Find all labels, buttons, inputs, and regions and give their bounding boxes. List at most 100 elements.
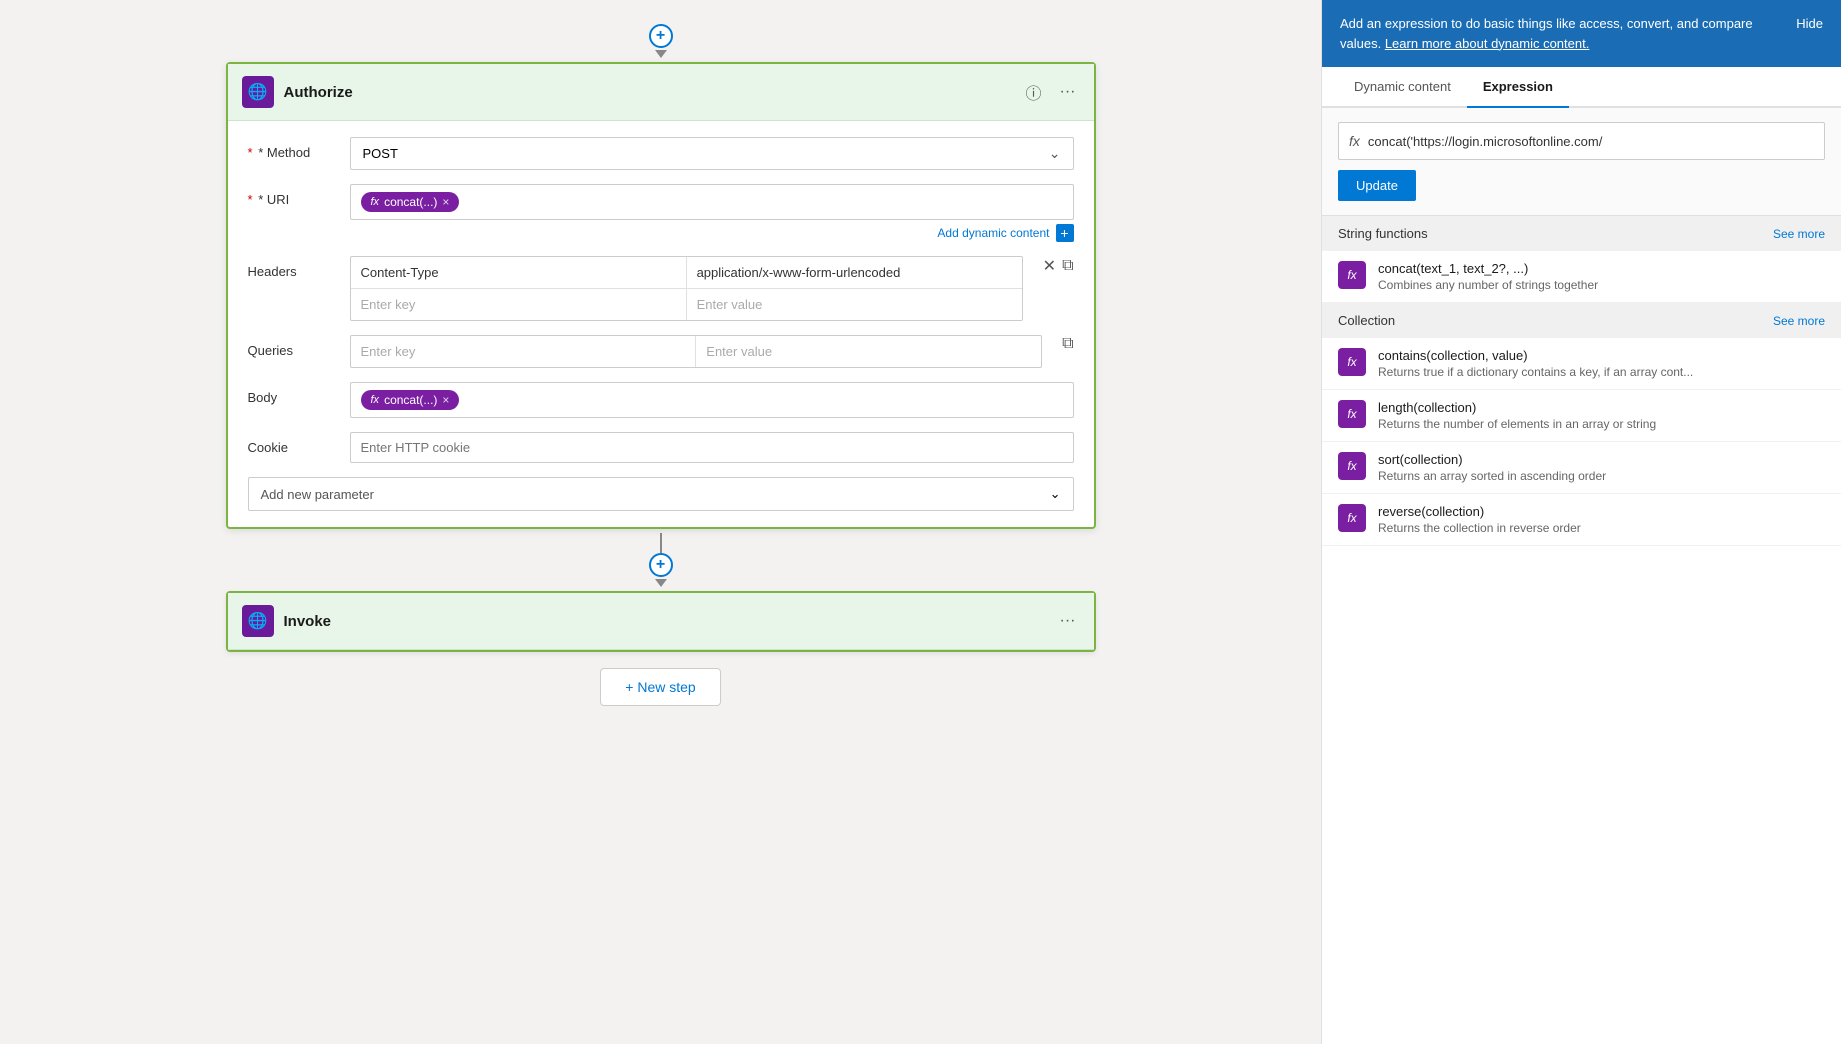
method-control: POST ⌄ — [350, 137, 1074, 170]
func-item-length[interactable]: fx length(collection) Returns the number… — [1322, 390, 1841, 442]
method-label: * * Method — [248, 137, 338, 160]
queries-key-placeholder[interactable]: Enter key — [351, 336, 697, 367]
tab-dynamic-content[interactable]: Dynamic content — [1338, 67, 1467, 108]
func-icon-sort: fx — [1338, 452, 1366, 480]
add-param-label: Add new parameter — [261, 487, 374, 502]
authorize-card-header: 🌐 Authorize ⓘ ··· — [228, 64, 1094, 121]
func-info-concat: concat(text_1, text_2?, ...) Combines an… — [1378, 261, 1825, 292]
uri-row: * * URI fx concat(...) × Add dynamic con… — [248, 184, 1074, 242]
cookie-row: Cookie — [248, 432, 1074, 463]
headers-copy-icon[interactable]: ⧉ — [1062, 257, 1073, 275]
body-label-text: Body — [248, 390, 278, 405]
uri-field[interactable]: fx concat(...) × — [350, 184, 1074, 220]
invoke-card-header: 🌐 Invoke ··· — [228, 593, 1094, 650]
expression-value: concat('https://login.microsoftonline.co… — [1368, 134, 1814, 149]
right-panel-tabs: Dynamic content Expression — [1322, 67, 1841, 108]
new-step-label: + New step — [625, 679, 695, 695]
top-connector: + — [649, 24, 673, 58]
info-text-link[interactable]: Learn more about dynamic content. — [1385, 36, 1590, 51]
cookie-label-text: Cookie — [248, 440, 288, 455]
method-row: * * Method POST ⌄ — [248, 137, 1074, 170]
func-item-reverse[interactable]: fx reverse(collection) Returns the colle… — [1322, 494, 1841, 546]
middle-connector: + — [649, 533, 673, 587]
cookie-control — [350, 432, 1074, 463]
func-desc-sort: Returns an array sorted in ascending ord… — [1378, 469, 1825, 483]
queries-actions: ⧉ — [1054, 335, 1073, 353]
add-param-chevron-icon: ⌄ — [1050, 486, 1061, 502]
add-step-circle-mid[interactable]: + — [649, 553, 673, 577]
uri-token-label: concat(...) — [384, 195, 437, 209]
right-panel: Add an expression to do basic things lik… — [1321, 0, 1841, 1044]
func-info-contains: contains(collection, value) Returns true… — [1378, 348, 1825, 379]
functions-list: String functions See more fx concat(text… — [1322, 216, 1841, 1044]
new-step-button[interactable]: + New step — [600, 668, 720, 706]
queries-control: Enter key Enter value — [350, 335, 1043, 368]
headers-key-1: Content-Type — [351, 257, 687, 288]
expression-area: fx concat('https://login.microsoftonline… — [1322, 108, 1841, 216]
method-select[interactable]: POST ⌄ — [350, 137, 1074, 170]
headers-actions: ✕ ⧉ — [1035, 256, 1074, 276]
headers-control: Content-Type application/x-www-form-urle… — [350, 256, 1023, 321]
collection-see-more-link[interactable]: See more — [1773, 314, 1825, 328]
func-icon-concat: fx — [1338, 261, 1366, 289]
authorize-card-body: * * Method POST ⌄ * * URI — [228, 121, 1094, 527]
queries-row: Queries Enter key Enter value ⧉ — [248, 335, 1074, 368]
method-chevron-icon: ⌄ — [1049, 145, 1061, 162]
headers-table: Content-Type application/x-www-form-urle… — [350, 256, 1023, 321]
func-name-sort: sort(collection) — [1378, 452, 1825, 467]
invoke-globe-icon: 🌐 — [248, 611, 268, 631]
headers-label-text: Headers — [248, 264, 297, 279]
method-value: POST — [363, 146, 398, 161]
update-button[interactable]: Update — [1338, 170, 1416, 201]
string-see-more-link[interactable]: See more — [1773, 227, 1825, 241]
expression-input[interactable]: fx concat('https://login.microsoftonline… — [1338, 122, 1825, 160]
add-step-circle-top[interactable]: + — [649, 24, 673, 48]
func-info-reverse: reverse(collection) Returns the collecti… — [1378, 504, 1825, 535]
string-functions-label: String functions — [1338, 226, 1428, 241]
body-control: fx concat(...) × — [350, 382, 1074, 418]
func-icon-contains: fx — [1338, 348, 1366, 376]
invoke-more-button[interactable]: ··· — [1056, 610, 1080, 632]
func-item-contains[interactable]: fx contains(collection, value) Returns t… — [1322, 338, 1841, 390]
authorize-more-button[interactable]: ··· — [1056, 81, 1080, 103]
expression-fx-badge: fx — [1349, 133, 1360, 149]
func-item-concat[interactable]: fx concat(text_1, text_2?, ...) Combines… — [1322, 251, 1841, 303]
arrow-down-mid — [655, 579, 667, 587]
right-panel-info-bar: Add an expression to do basic things lik… — [1322, 0, 1841, 67]
right-panel-info-text: Add an expression to do basic things lik… — [1340, 14, 1784, 53]
body-token-label: concat(...) — [384, 393, 437, 407]
uri-required-star: * — [248, 192, 253, 207]
func-desc-length: Returns the number of elements in an arr… — [1378, 417, 1825, 431]
method-label-text: * Method — [258, 145, 310, 160]
func-item-sort[interactable]: fx sort(collection) Returns an array sor… — [1322, 442, 1841, 494]
body-field[interactable]: fx concat(...) × — [350, 382, 1074, 418]
flow-canvas: + 🌐 Authorize ⓘ ··· * * Method — [0, 0, 1321, 1044]
func-name-length: length(collection) — [1378, 400, 1825, 415]
body-token-close[interactable]: × — [442, 393, 449, 407]
add-dynamic-link[interactable]: Add dynamic content + — [350, 224, 1074, 242]
func-icon-length: fx — [1338, 400, 1366, 428]
cookie-input[interactable] — [350, 432, 1074, 463]
queries-value-placeholder[interactable]: Enter value — [696, 336, 1041, 367]
body-label: Body — [248, 382, 338, 405]
cookie-label: Cookie — [248, 432, 338, 455]
func-desc-contains: Returns true if a dictionary contains a … — [1378, 365, 1825, 379]
uri-token-close[interactable]: × — [442, 195, 449, 209]
collection-functions-label: Collection — [1338, 313, 1395, 328]
func-name-reverse: reverse(collection) — [1378, 504, 1825, 519]
headers-delete-icon[interactable]: ✕ — [1043, 256, 1056, 276]
tab-expression[interactable]: Expression — [1467, 67, 1569, 108]
queries-table: Enter key Enter value — [350, 335, 1043, 368]
hide-panel-button[interactable]: Hide — [1796, 14, 1823, 31]
invoke-card: 🌐 Invoke ··· — [226, 591, 1096, 652]
authorize-info-button[interactable]: ⓘ — [1022, 78, 1046, 106]
queries-copy-icon[interactable]: ⧉ — [1062, 335, 1073, 353]
func-desc-reverse: Returns the collection in reverse order — [1378, 521, 1825, 535]
func-info-sort: sort(collection) Returns an array sorted… — [1378, 452, 1825, 483]
headers-key-placeholder[interactable]: Enter key — [351, 289, 687, 320]
headers-value-placeholder[interactable]: Enter value — [687, 289, 1022, 320]
authorize-card-title: Authorize — [284, 84, 1012, 101]
uri-label: * * URI — [248, 184, 338, 207]
add-param-row[interactable]: Add new parameter ⌄ — [248, 477, 1074, 511]
add-dynamic-button[interactable]: + — [1056, 224, 1074, 242]
